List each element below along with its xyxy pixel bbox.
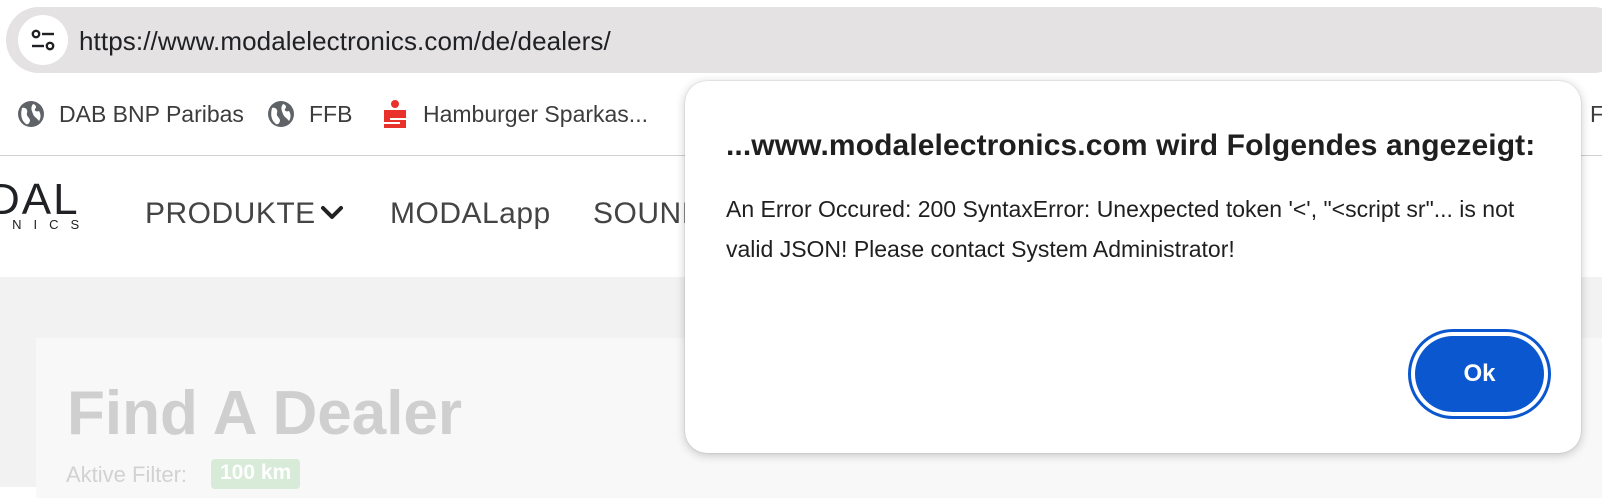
bookmark-label: Hamburger Sparkas... — [423, 100, 648, 127]
filter-label: Aktive Filter: — [66, 462, 188, 487]
bookmark-label: DAB BNP Paribas — [59, 100, 244, 127]
bookmark-label: F — [1590, 100, 1602, 127]
bookmark-hamburger-sparkasse[interactable]: Hamburger Sparkas... — [380, 92, 648, 136]
dialog-message: An Error Occured: 200 SyntaxError: Unexp… — [726, 196, 1515, 262]
address-bar[interactable]: https://www.modalelectronics.com/de/deal… — [6, 7, 1602, 73]
site-logo-bottom: ONICS — [0, 217, 92, 232]
nav-produkte[interactable]: PRODUKTE — [145, 197, 316, 231]
url-text[interactable]: https://www.modalelectronics.com/de/deal… — [79, 26, 611, 57]
site-info-button[interactable] — [18, 15, 68, 65]
page-title: Find A Dealer — [67, 379, 463, 448]
filter-badge[interactable]: 100 km — [211, 459, 301, 489]
globe-icon — [16, 99, 46, 129]
ok-button[interactable]: Ok — [1415, 336, 1544, 412]
bookmark-dab-bnp-paribas[interactable]: DAB BNP Paribas — [16, 92, 244, 136]
bookmark-label: FFB — [309, 100, 353, 127]
ok-button-focus-ring: Ok — [1408, 329, 1551, 419]
nav-modalapp[interactable]: MODALapp — [390, 197, 551, 231]
globe-icon — [266, 99, 296, 129]
nav-sound[interactable]: SOUNI — [593, 197, 691, 231]
tune-icon — [31, 29, 55, 51]
bookmark-partial[interactable]: F — [1590, 92, 1602, 136]
alert-dialog: ...www.modalelectronics.com wird Folgend… — [685, 81, 1581, 453]
bookmark-ffb[interactable]: FFB — [266, 92, 352, 136]
chevron-down-icon[interactable] — [320, 205, 344, 226]
sparkasse-icon — [380, 99, 410, 129]
dialog-title: ...www.modalelectronics.com wird Folgend… — [726, 129, 1536, 162]
